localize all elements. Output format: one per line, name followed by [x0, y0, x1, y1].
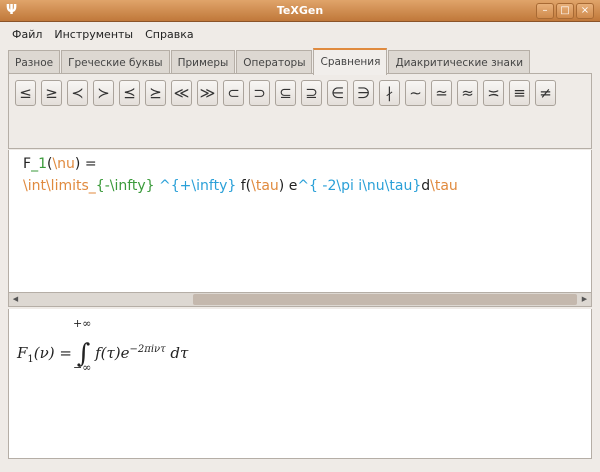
code-token: d — [421, 178, 431, 194]
maximize-button[interactable]: □ — [556, 3, 574, 19]
symbol-toolbar: ≤ ≥ ≺ ≻ ⪯ ⪰ ≪ ≫ ⊂ ⊃ ⊆ ⊇ ∈ ∋ ∤ ∼ ≃ ≈ ≍ ≡ ≠ — [8, 73, 592, 149]
symbol-button[interactable]: ≪ — [171, 80, 192, 106]
symbol-button[interactable]: ≈ — [457, 80, 478, 106]
code-token: ^{+\infty} — [154, 178, 237, 194]
menu-tools[interactable]: Инструменты — [54, 28, 133, 41]
formula-arg: (ν) = — [33, 344, 72, 362]
formula-preview: F1(ν) = +∞ ∫ −∞ f(τ)e−2πiντ dτ — [8, 309, 592, 459]
menu-bar: Файл Инструменты Справка — [0, 22, 600, 46]
lower-limit: −∞ — [73, 361, 92, 374]
symbol-button[interactable]: ≡ — [509, 80, 530, 106]
code-token: \nu — [52, 156, 75, 172]
horizontal-scrollbar[interactable]: ◀ ▶ — [8, 292, 592, 307]
tab-misc[interactable]: Разное — [8, 50, 61, 74]
code-token: ) = — [74, 156, 97, 172]
symbol-button[interactable]: ∼ — [405, 80, 426, 106]
minimize-button[interactable]: – — [536, 3, 554, 19]
tab-bar: Разное Греческие буквы Примеры Операторы… — [8, 48, 531, 75]
formula-exponent: −2πiντ — [129, 344, 166, 355]
scroll-right-icon[interactable]: ▶ — [578, 293, 591, 306]
symbol-button[interactable]: ≠ — [535, 80, 556, 106]
symbol-button[interactable]: ≤ — [15, 80, 36, 106]
symbol-button[interactable]: ≍ — [483, 80, 504, 106]
symbol-button[interactable]: ⊇ — [301, 80, 322, 106]
code-token: F — [23, 156, 32, 172]
tab-diacritics[interactable]: Диакритические знаки — [388, 50, 531, 74]
code-token: \tau — [430, 178, 458, 194]
latex-editor[interactable]: F_1(\nu) = \int\limits_{-\infty} ^{+\inft… — [8, 150, 592, 292]
symbol-button[interactable]: ∈ — [327, 80, 348, 106]
symbol-button[interactable]: ≻ — [93, 80, 114, 106]
symbol-button[interactable]: ≺ — [67, 80, 88, 106]
symbol-button[interactable]: ⊆ — [275, 80, 296, 106]
close-button[interactable]: × — [576, 3, 594, 19]
editor-line: \int\limits_{-\infty} ^{+\infty} f(\tau)… — [23, 175, 577, 197]
window-title: TeXGen — [276, 4, 324, 17]
code-token: ) e — [278, 178, 298, 194]
menu-file[interactable]: Файл — [12, 28, 42, 41]
symbol-button[interactable]: ∤ — [379, 80, 400, 106]
rendered-formula: F1(ν) = +∞ ∫ −∞ f(τ)e−2πiντ dτ — [17, 317, 189, 374]
code-token: _1 — [31, 156, 47, 172]
menu-help[interactable]: Справка — [145, 28, 193, 41]
editor-line: F_1(\nu) = — [23, 153, 577, 175]
code-token: ^{ -2\pi i\nu\tau} — [297, 178, 422, 194]
tab-operators[interactable]: Операторы — [236, 50, 313, 74]
formula-lhs: F — [17, 344, 28, 362]
title-bar: Ψ TeXGen – □ × — [0, 0, 600, 22]
formula-body: f(τ)e — [95, 344, 130, 362]
tab-greek[interactable]: Греческие буквы — [61, 50, 170, 74]
formula-tail: dτ — [165, 344, 189, 362]
symbol-button[interactable]: ⪰ — [145, 80, 166, 106]
code-token: f( — [236, 178, 252, 194]
tab-examples[interactable]: Примеры — [170, 50, 236, 74]
symbol-button[interactable]: ⊂ — [223, 80, 244, 106]
symbol-button[interactable]: ≥ — [41, 80, 62, 106]
code-token: \int\limits_ — [23, 178, 96, 194]
tab-comparisons[interactable]: Сравнения — [313, 48, 388, 75]
code-token: {-\infty} — [95, 178, 155, 194]
symbol-button[interactable]: ⊃ — [249, 80, 270, 106]
symbol-button[interactable]: ⪯ — [119, 80, 140, 106]
code-token: \tau — [251, 178, 279, 194]
scroll-left-icon[interactable]: ◀ — [9, 293, 22, 306]
symbol-button[interactable]: ≃ — [431, 80, 452, 106]
upper-limit: +∞ — [73, 317, 92, 330]
symbol-button[interactable]: ∋ — [353, 80, 374, 106]
scrollbar-thumb[interactable] — [193, 294, 577, 305]
symbol-button[interactable]: ≫ — [197, 80, 218, 106]
